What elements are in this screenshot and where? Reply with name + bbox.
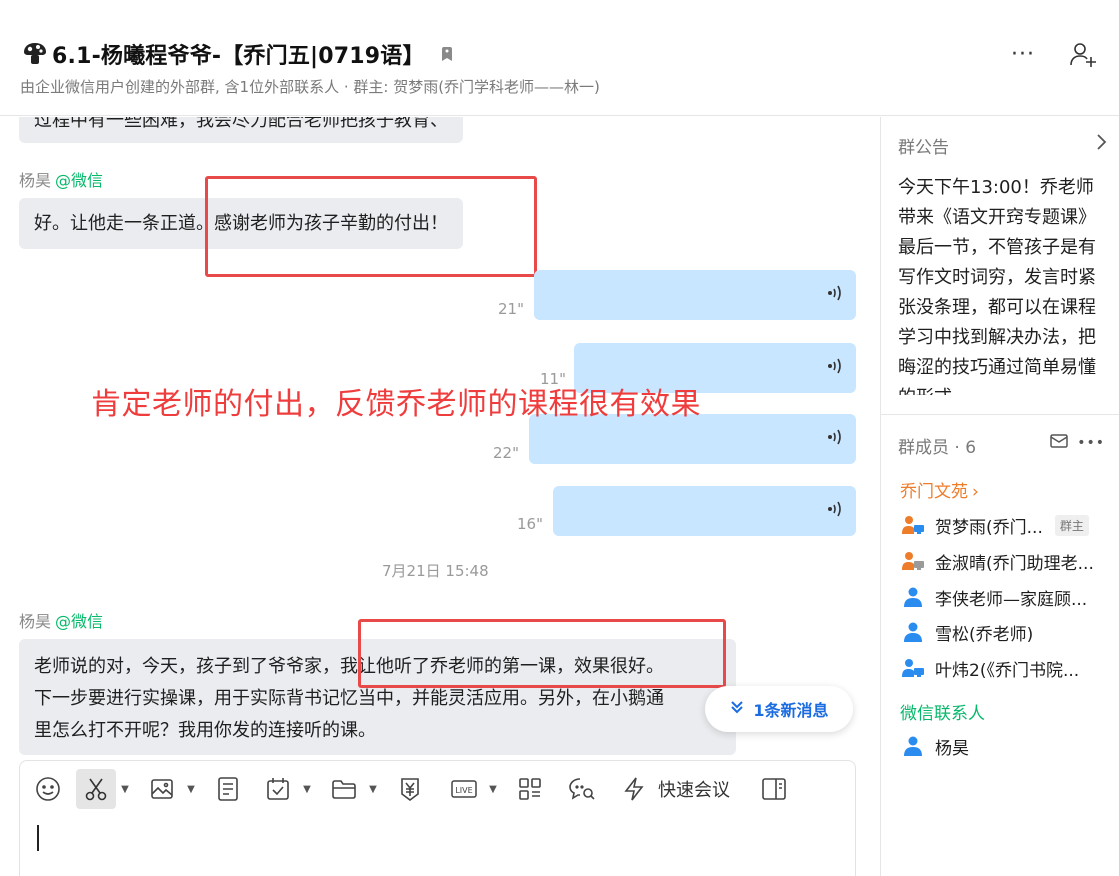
chevron-down-icon[interactable]: ▼: [116, 769, 134, 809]
sender-name-text: 杨昊: [19, 171, 52, 190]
voice-wave-icon: [826, 428, 844, 450]
image-icon[interactable]: [142, 769, 182, 809]
annotation-box: [205, 176, 537, 277]
sender-name[interactable]: 杨昊 @微信: [19, 167, 103, 191]
panel-divider: [881, 414, 1119, 415]
calendar-check-icon[interactable]: [258, 769, 298, 809]
member-name: 杨昊: [935, 738, 969, 759]
group-subtitle: 由企业微信用户创建的外部群, 含1位外部联系人 · 群主: 贺梦雨(乔门学科老师…: [20, 78, 600, 96]
voice-duration: 21": [498, 300, 524, 318]
sender-name-text: 杨昊: [19, 612, 52, 631]
emoji-icon[interactable]: [28, 769, 68, 809]
member-name: 叶炜2(《乔门书院...: [935, 660, 1080, 681]
members-title: 群成员 · 6: [898, 438, 977, 458]
member-item[interactable]: 贺梦雨(乔门... 群主: [900, 513, 1089, 538]
voice-message-bubble[interactable]: [534, 270, 856, 320]
chevron-down-icon[interactable]: ▼: [298, 769, 316, 809]
section-company-label: 乔门文苑: [900, 482, 968, 502]
user-icon: [900, 734, 926, 758]
apps-grid-icon[interactable]: [510, 769, 550, 809]
message-bubble-cut: 过程中有一些困难，我会尽力配合老师把孩子教育、: [19, 117, 463, 143]
user-icon: [900, 585, 926, 609]
chevron-right-icon: ›: [972, 482, 979, 502]
chevron-right-icon[interactable]: [1095, 133, 1107, 156]
wechat-suffix: @微信: [55, 171, 104, 190]
quick-meeting-button[interactable]: 快速会议: [658, 776, 730, 802]
group-info-panel: 群公告 今天下午13:00！乔老师带来《语文开窍专题课》最后一节，不管孩子是有写…: [880, 117, 1119, 876]
voice-message-bubble[interactable]: [553, 486, 856, 536]
member-item[interactable]: 金淑晴(乔门助理老...: [900, 549, 1094, 574]
user-pc-icon: [900, 549, 926, 573]
chevron-down-icon[interactable]: ▼: [484, 769, 502, 809]
new-messages-label: 1条新消息: [753, 701, 829, 720]
owner-badge: 群主: [1054, 514, 1089, 536]
voice-wave-icon: [826, 284, 844, 306]
notice-title: 群公告: [898, 138, 949, 158]
add-member-icon[interactable]: [1067, 38, 1099, 70]
group-type-icon: [20, 39, 50, 69]
annotation-box: [358, 619, 726, 688]
message-composer[interactable]: ▼ ▼ ▼ ▼ LIVE ▼ 快速会议: [19, 760, 856, 876]
member-name: 金淑晴(乔门助理老...: [935, 553, 1094, 574]
user-pc-icon: [900, 656, 926, 680]
message-text: 过程中有一些困难，我会尽力配合老师把孩子教育、: [34, 117, 448, 131]
annotation-text: 肯定老师的付出，反馈乔老师的课程很有效果: [91, 387, 701, 422]
chevron-down-icon[interactable]: ▼: [364, 769, 382, 809]
sender-name[interactable]: 杨昊 @微信: [19, 608, 103, 632]
title-row: 6.1-杨曦程爷爷-【乔门五|0719语】: [20, 38, 455, 70]
document-icon[interactable]: [208, 769, 248, 809]
composer-toolbar: ▼ ▼ ▼ ▼ LIVE ▼ 快速会议: [28, 769, 794, 809]
message-timestamp: 7月21日 15:48: [382, 562, 489, 580]
voice-duration: 16": [517, 515, 543, 533]
chat-header: 6.1-杨曦程爷爷-【乔门五|0719语】 由企业微信用户创建的外部群, 含1位…: [0, 0, 1119, 116]
text-cursor: [37, 825, 39, 851]
sidebar-toggle-icon[interactable]: [754, 769, 794, 809]
more-options-button[interactable]: ···: [1007, 40, 1039, 68]
voice-wave-icon: [826, 357, 844, 379]
members-actions: •••: [1049, 433, 1105, 453]
user-pc-icon: [900, 513, 926, 537]
chat-search-icon[interactable]: [562, 769, 602, 809]
folder-icon[interactable]: [324, 769, 364, 809]
message-line: 里怎么打不开呢？我用你发的连接听的课。: [34, 720, 376, 741]
notice-content[interactable]: 今天下午13:00！乔老师带来《语文开窍专题课》最后一节，不管孩子是有写作文时词…: [898, 173, 1110, 395]
chevron-down-icon[interactable]: ▼: [182, 769, 200, 809]
section-company[interactable]: 乔门文苑 ›: [900, 477, 979, 502]
more-icon[interactable]: •••: [1077, 435, 1105, 451]
voice-duration: 22": [493, 444, 519, 462]
member-item[interactable]: 杨昊: [900, 734, 969, 759]
lightning-icon[interactable]: [614, 769, 654, 809]
member-name: 雪松(乔老师): [935, 624, 1034, 645]
mail-icon[interactable]: [1049, 433, 1069, 453]
voice-wave-icon: [826, 500, 844, 522]
page-title: 6.1-杨曦程爷爷-【乔门五|0719语】: [52, 44, 425, 69]
wechat-suffix: @微信: [55, 612, 104, 631]
member-item[interactable]: 李侠老师—家庭顾...: [900, 585, 1088, 610]
yen-icon[interactable]: [390, 769, 430, 809]
message-list[interactable]: 过程中有一些困难，我会尽力配合老师把孩子教育、 杨昊 @微信 好。让他走一条正道。…: [0, 117, 880, 876]
member-name: 贺梦雨(乔门...: [935, 517, 1043, 538]
member-item[interactable]: 雪松(乔老师): [900, 620, 1034, 645]
member-item[interactable]: 叶炜2(《乔门书院...: [900, 656, 1080, 681]
user-icon: [900, 620, 926, 644]
new-messages-button[interactable]: 1条新消息: [705, 686, 853, 732]
external-tag-icon: [439, 45, 455, 63]
section-wechat: 微信联系人: [900, 704, 985, 724]
member-name: 李侠老师—家庭顾...: [935, 589, 1088, 610]
double-chevron-down-icon: [729, 699, 753, 719]
svg-text:LIVE: LIVE: [455, 786, 472, 795]
live-icon[interactable]: LIVE: [444, 769, 484, 809]
scissors-icon[interactable]: [76, 769, 116, 809]
